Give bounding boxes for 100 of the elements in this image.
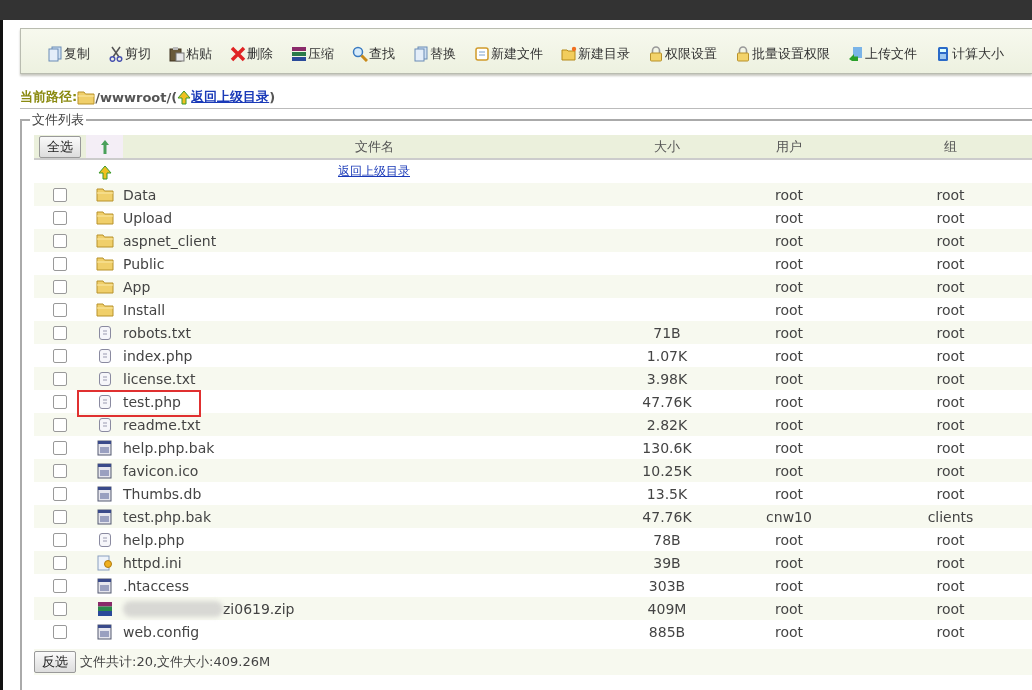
toolbar-button[interactable]: 替换: [413, 45, 456, 63]
document-icon: [97, 370, 112, 387]
file-name[interactable]: Data: [123, 186, 157, 203]
file-row[interactable]: test.php.bak 47.76K cnw10 clients: [34, 505, 1032, 528]
checkbox[interactable]: [53, 302, 67, 317]
file-user: root: [774, 485, 804, 502]
document-icon: [474, 46, 490, 62]
toolbar-button[interactable]: 剪切: [108, 45, 151, 63]
file-name[interactable]: .htaccess: [123, 577, 189, 594]
toolbar-button[interactable]: 粘贴: [169, 45, 212, 63]
file-name[interactable]: test.php: [123, 393, 181, 410]
toolbar-button[interactable]: 删除: [230, 45, 273, 63]
file-group: root: [936, 278, 965, 295]
checkbox[interactable]: [53, 532, 67, 547]
checkbox[interactable]: [53, 210, 67, 225]
path-text: /wwwroot/(: [95, 89, 178, 105]
parent-directory-link[interactable]: 返回上级目录: [191, 88, 270, 106]
file-name[interactable]: App: [123, 278, 151, 295]
file-user: root: [774, 209, 804, 226]
file-name[interactable]: help.php.bak: [123, 439, 215, 456]
file-group: clients: [927, 508, 974, 525]
file-size: 885B: [648, 623, 686, 640]
file-row[interactable]: robots.txt 71B root root: [34, 321, 1032, 344]
file-size: 409M: [647, 600, 687, 617]
checkbox[interactable]: [53, 578, 67, 593]
file-name[interactable]: Public: [123, 255, 165, 272]
file-row[interactable]: favicon.ico 10.25K root root: [34, 459, 1032, 482]
checkbox[interactable]: [53, 601, 67, 616]
file-user: root: [774, 554, 804, 571]
checkbox[interactable]: [53, 417, 67, 432]
file-row[interactable]: readme.txt 2.82K root root: [34, 413, 1032, 436]
toolbar-button[interactable]: 新建目录: [561, 45, 630, 63]
toolbar-button[interactable]: 查找: [352, 45, 395, 63]
column-header[interactable]: 文件名: [354, 137, 394, 156]
file-group: root: [936, 255, 965, 272]
toolbar-button[interactable]: 新建文件: [474, 45, 543, 63]
toolbar-button[interactable]: 压缩: [291, 45, 334, 63]
app-file-icon: [97, 485, 112, 502]
toolbar-button[interactable]: 权限设置: [648, 45, 717, 63]
group-legend: 文件列表: [30, 111, 86, 129]
file-name[interactable]: license.txt: [123, 370, 196, 387]
file-name[interactable]: zi0619.zip: [223, 600, 295, 617]
checkbox[interactable]: [53, 555, 67, 570]
parent-directory-link[interactable]: 返回上级目录: [338, 163, 410, 180]
padlock-icon: [648, 46, 664, 62]
checkbox[interactable]: [53, 371, 67, 386]
file-name[interactable]: Thumbs.db: [123, 485, 202, 502]
file-size: 303B: [648, 577, 686, 594]
file-row[interactable]: license.txt 3.98K root root: [34, 367, 1032, 390]
column-header[interactable]: 用户: [776, 137, 802, 156]
checkbox[interactable]: [53, 279, 67, 294]
file-name[interactable]: aspnet_client: [123, 232, 217, 249]
checkbox[interactable]: [53, 256, 67, 271]
toolbar-button[interactable]: 计算大小: [935, 45, 1004, 63]
file-group: root: [936, 485, 965, 502]
file-name[interactable]: test.php.bak: [123, 508, 211, 525]
file-row[interactable]: Data root root: [34, 183, 1032, 206]
file-group: root: [936, 600, 965, 617]
file-row[interactable]: httpd.ini 39B root root: [34, 551, 1032, 574]
checkbox[interactable]: [53, 509, 67, 524]
invert-selection-button[interactable]: 反选: [34, 651, 76, 673]
checkbox[interactable]: [53, 187, 67, 202]
file-row[interactable]: aspnet_client root root: [34, 229, 1032, 252]
gear-document-icon: [96, 554, 113, 571]
file-user: root: [774, 393, 804, 410]
toolbar-button[interactable]: 批量设置权限: [735, 45, 830, 63]
app-file-icon: [97, 623, 112, 640]
app-file-icon: [97, 439, 112, 456]
file-name[interactable]: index.php: [123, 347, 193, 364]
file-name[interactable]: robots.txt: [123, 324, 191, 341]
checkbox[interactable]: [53, 440, 67, 455]
checkbox[interactable]: [53, 624, 67, 639]
file-size: 3.98K: [646, 370, 688, 387]
file-group: root: [936, 232, 965, 249]
file-name[interactable]: Upload: [123, 209, 173, 226]
file-name[interactable]: favicon.ico: [123, 462, 199, 479]
file-group: root: [936, 462, 965, 479]
document-icon: [97, 347, 112, 364]
checkbox[interactable]: [53, 348, 67, 363]
file-size: 78B: [653, 531, 681, 548]
file-name[interactable]: web.config: [123, 623, 200, 640]
toolbar-button[interactable]: 复制: [47, 45, 90, 63]
file-row[interactable]: zi0619.zip 409M root root: [34, 597, 1032, 620]
checkbox[interactable]: [53, 394, 67, 409]
select-all-button[interactable]: 全选: [39, 135, 81, 158]
file-size: 130.6K: [642, 439, 692, 456]
toolbar-button[interactable]: 上传文件: [848, 45, 917, 63]
file-name[interactable]: readme.txt: [123, 416, 201, 433]
checkbox[interactable]: [53, 233, 67, 248]
file-user: root: [774, 232, 804, 249]
checkbox[interactable]: [53, 325, 67, 340]
file-name[interactable]: httpd.ini: [123, 554, 182, 571]
file-name[interactable]: Install: [123, 301, 166, 318]
column-header[interactable]: 组: [944, 137, 957, 156]
file-size: 71B: [653, 324, 681, 341]
checkbox[interactable]: [53, 463, 67, 478]
file-name[interactable]: help.php: [123, 531, 185, 548]
file-group: root: [936, 209, 965, 226]
checkbox[interactable]: [53, 486, 67, 501]
file-row[interactable]: App root root: [34, 275, 1032, 298]
